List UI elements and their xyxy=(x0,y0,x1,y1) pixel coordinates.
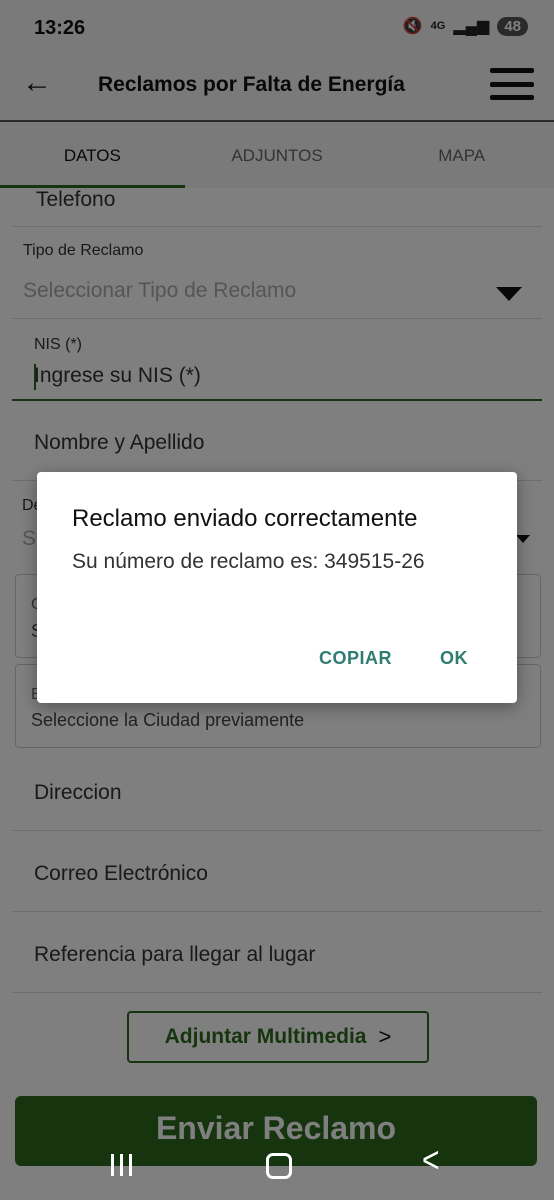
recents-icon[interactable] xyxy=(111,1154,132,1176)
copy-button[interactable]: COPIAR xyxy=(319,648,392,669)
nav-back-icon[interactable]: < xyxy=(422,1141,440,1182)
home-icon[interactable] xyxy=(266,1153,292,1179)
ok-button[interactable]: OK xyxy=(440,648,468,669)
dialog-message: Su número de reclamo es: 349515-26 xyxy=(72,550,425,573)
dialog-title: Reclamo enviado correctamente xyxy=(72,505,418,532)
success-dialog: Reclamo enviado correctamente Su número … xyxy=(37,472,517,703)
system-nav-bar: < xyxy=(0,1130,554,1200)
